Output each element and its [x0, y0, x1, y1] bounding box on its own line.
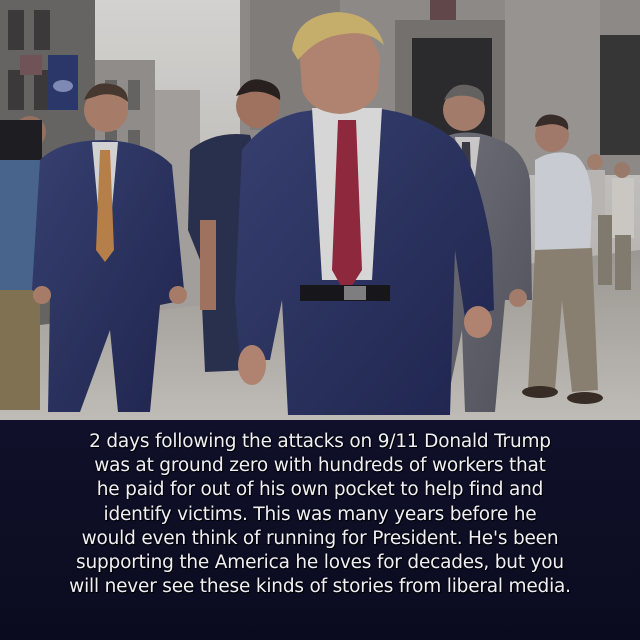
caption-line: was at ground zero with hundreds of work…	[94, 455, 546, 477]
caption-line: identify victims. This was many years be…	[103, 503, 537, 525]
caption-line: would even think of running for Presiden…	[81, 527, 559, 549]
caption-line: supporting the America he loves for deca…	[76, 552, 564, 574]
caption-panel: 2 days following the attacks on 9/11 Don…	[0, 420, 640, 640]
meme-image: 2 days following the attacks on 9/11 Don…	[0, 0, 640, 640]
caption-line: he paid for out of his own pocket to hel…	[96, 479, 544, 501]
caption-line: 2 days following the attacks on 9/11 Don…	[89, 431, 551, 452]
photo-illustration	[0, 0, 640, 420]
caption-line: will never see these kinds of stories fr…	[69, 576, 571, 598]
street-photo	[0, 0, 640, 420]
